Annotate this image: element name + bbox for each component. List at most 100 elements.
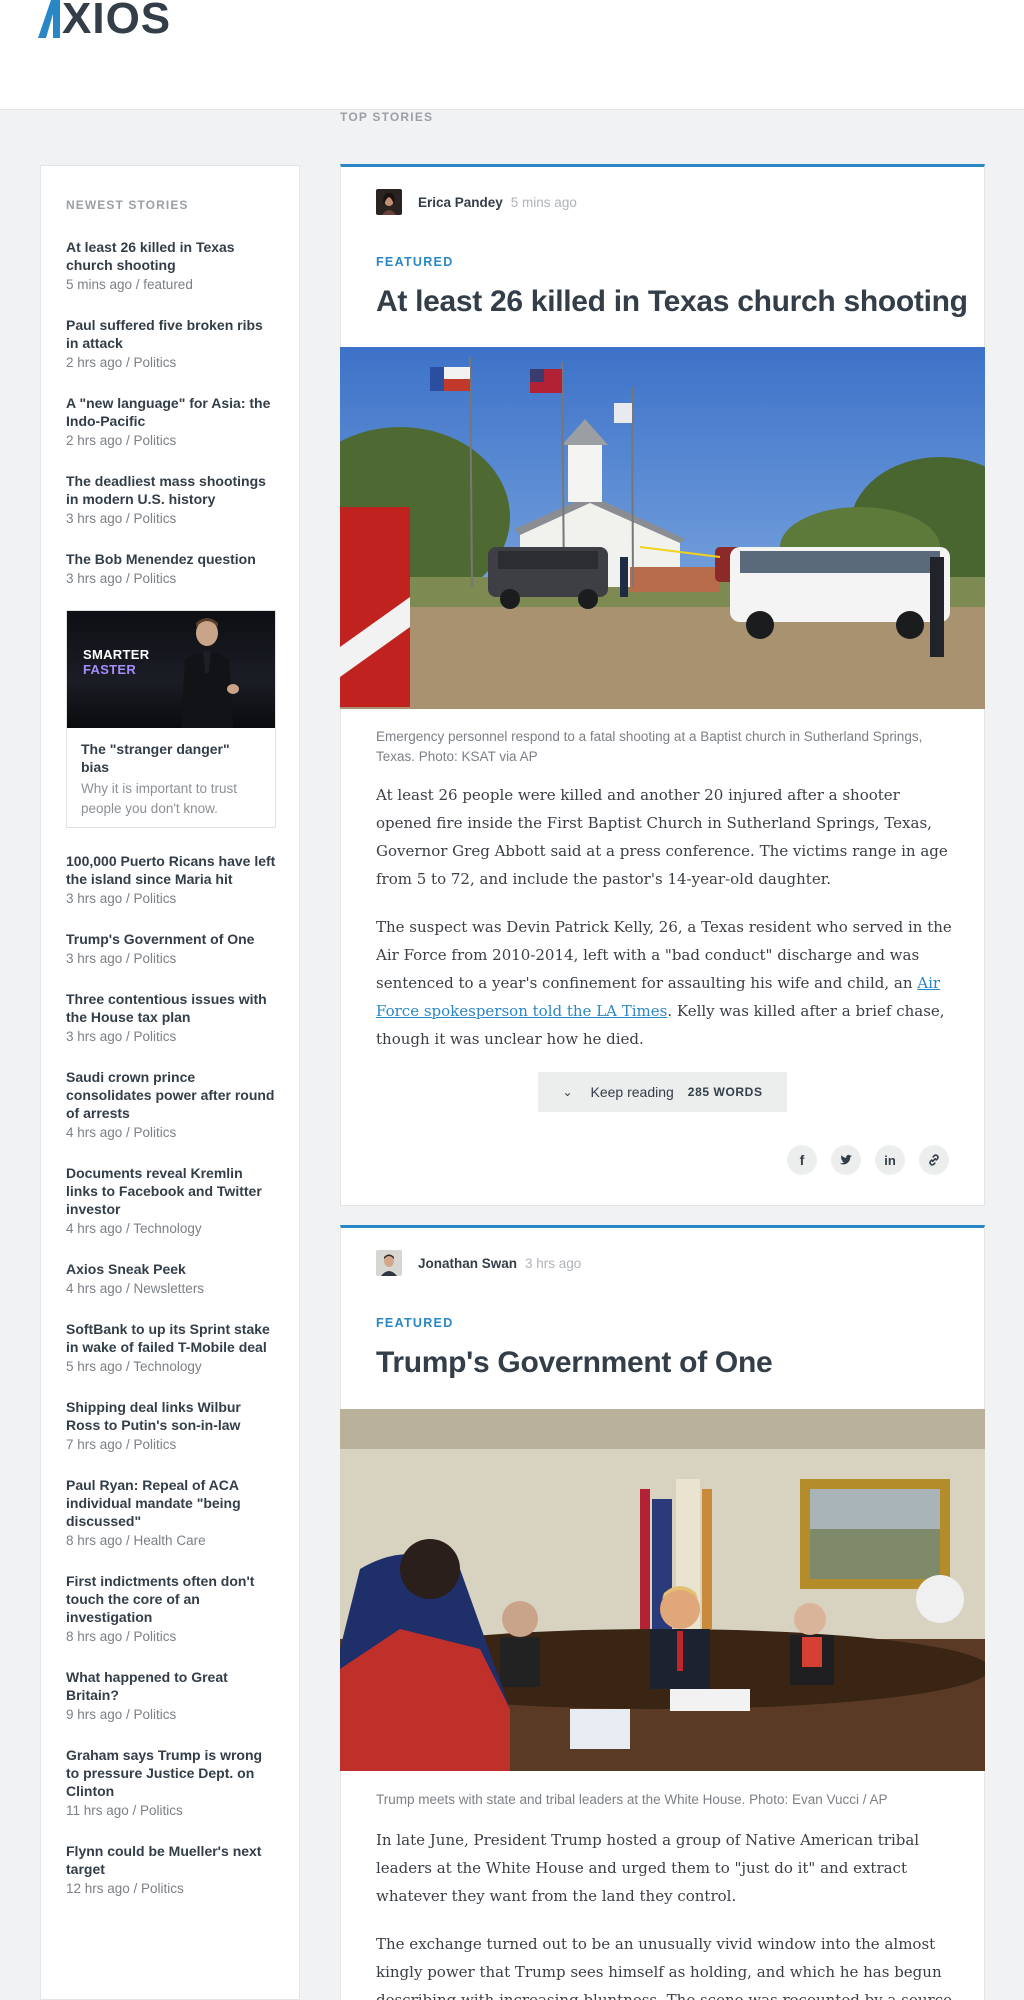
- story-title-link[interactable]: Paul Ryan: Repeal of ACA individual mand…: [66, 1476, 278, 1530]
- story-meta: 4 hrs ago / Newsletters: [66, 1281, 205, 1296]
- story-meta: 3 hrs ago / Politics: [66, 1029, 177, 1044]
- story-meta: 3 hrs ago / Politics: [66, 511, 177, 526]
- story-meta: 3 hrs ago / Politics: [66, 951, 177, 966]
- top-stories-label: TOP STORIES: [340, 110, 434, 124]
- story-meta: 2 hrs ago / Politics: [66, 355, 177, 370]
- story-title-link[interactable]: 100,000 Puerto Ricans have left the isla…: [66, 852, 278, 888]
- story-meta: 7 hrs ago / Politics: [66, 1437, 177, 1452]
- story-title-link[interactable]: What happened to Great Britain?: [66, 1668, 278, 1704]
- story-title-link[interactable]: Trump's Government of One: [66, 930, 278, 948]
- promo-person-image: [181, 618, 239, 728]
- photo-caption: Emergency personnel respond to a fatal s…: [376, 729, 923, 764]
- list-item[interactable]: What happened to Great Britain? 9 hrs ago…: [66, 1668, 278, 1724]
- promo-description: Why it is important to trust people you …: [81, 781, 238, 816]
- keep-reading-label: Keep reading: [590, 1084, 674, 1100]
- axios-logo[interactable]: XIOS: [38, 0, 171, 42]
- newest-stories-sidebar: NEWEST STORIES At least 26 killed in Tex…: [40, 165, 300, 2000]
- story-meta: 5 hrs ago / Technology: [66, 1359, 202, 1374]
- story-meta: 11 hrs ago / Politics: [66, 1803, 183, 1818]
- story-title-link[interactable]: SoftBank to up its Sprint stake in wake …: [66, 1320, 278, 1356]
- promo-image: SMARTER FASTER: [67, 611, 275, 728]
- article-card: Erica Pandey 5 mins ago FEATURED At leas…: [340, 164, 985, 1206]
- paragraph: The exchange turned out to be an unusual…: [376, 1935, 952, 2000]
- story-meta: 12 hrs ago / Politics: [66, 1881, 184, 1896]
- byline: Erica Pandey 5 mins ago: [376, 189, 577, 215]
- share-buttons: f in: [787, 1145, 949, 1175]
- author-avatar[interactable]: [376, 189, 402, 215]
- keep-reading-button[interactable]: ⌄ Keep reading 285 WORDS: [538, 1072, 787, 1112]
- story-title-link[interactable]: Axios Sneak Peek: [66, 1260, 278, 1278]
- headline[interactable]: At least 26 killed in Texas church shoot…: [376, 285, 968, 319]
- story-title-link[interactable]: First indictments often don't touch the …: [66, 1572, 278, 1626]
- promo-heading-faster: FASTER: [83, 662, 137, 677]
- story-title-link[interactable]: The Bob Menendez question: [66, 550, 278, 568]
- story-meta: 3 hrs ago / Politics: [66, 891, 177, 906]
- promo-card[interactable]: SMARTER FASTER The "stranger danger" bia…: [66, 610, 276, 828]
- list-item[interactable]: Paul suffered five broken ribs in attack…: [66, 316, 278, 372]
- author-avatar[interactable]: [376, 1250, 402, 1276]
- list-item[interactable]: Axios Sneak Peek 4 hrs ago / Newsletters: [66, 1260, 278, 1298]
- timestamp: 3 hrs ago: [525, 1255, 582, 1271]
- story-meta: 4 hrs ago / Technology: [66, 1221, 202, 1236]
- headline[interactable]: Trump's Government of One: [376, 1346, 773, 1380]
- photo-caption: Trump meets with state and tribal leader…: [376, 1792, 888, 1807]
- story-meta: 8 hrs ago / Health Care: [66, 1533, 206, 1548]
- story-title-link[interactable]: Paul suffered five broken ribs in attack: [66, 316, 278, 352]
- list-item[interactable]: Graham says Trump is wrong to pressure J…: [66, 1746, 278, 1820]
- word-count: 285 WORDS: [687, 1085, 763, 1099]
- story-title-link[interactable]: Shipping deal links Wilbur Ross to Putin…: [66, 1398, 278, 1434]
- story-title-link[interactable]: Flynn could be Mueller's next target: [66, 1842, 278, 1878]
- story-meta: 4 hrs ago / Politics: [66, 1125, 177, 1140]
- paragraph: The suspect was Devin Patrick Kelly, 26,…: [376, 913, 956, 1053]
- story-meta: 8 hrs ago / Politics: [66, 1629, 177, 1644]
- twitter-icon[interactable]: [831, 1145, 861, 1175]
- story-title-link[interactable]: Graham says Trump is wrong to pressure J…: [66, 1746, 278, 1800]
- logo-text: XIOS: [62, 0, 172, 43]
- story-title-link[interactable]: Three contentious issues with the House …: [66, 990, 278, 1026]
- top-bar: XIOS: [0, 0, 1024, 110]
- list-item[interactable]: Trump's Government of One 3 hrs ago / Pol…: [66, 930, 278, 968]
- list-item[interactable]: The Bob Menendez question 3 hrs ago / Pol…: [66, 550, 278, 588]
- axios-logo-mark-icon: [38, 0, 60, 38]
- story-title-link[interactable]: The deadliest mass shootings in modern U…: [66, 472, 278, 508]
- list-item[interactable]: Shipping deal links Wilbur Ross to Putin…: [66, 1398, 278, 1454]
- kicker-label[interactable]: FEATURED: [376, 255, 454, 269]
- chevron-down-icon: ⌄: [562, 1085, 573, 1099]
- story-title-link[interactable]: A "new language" for Asia: the Indo-Paci…: [66, 394, 278, 430]
- story-meta: 2 hrs ago / Politics: [66, 433, 177, 448]
- story-title-link[interactable]: Saudi crown prince consolidates power af…: [66, 1068, 278, 1122]
- hero-image-white-house: [340, 1409, 985, 1771]
- list-item[interactable]: Paul Ryan: Repeal of ACA individual mand…: [66, 1476, 278, 1550]
- author-name[interactable]: Jonathan Swan: [418, 1256, 517, 1271]
- byline: Jonathan Swan 3 hrs ago: [376, 1250, 581, 1276]
- list-item[interactable]: At least 26 killed in Texas church shoot…: [66, 238, 278, 294]
- facebook-icon[interactable]: f: [787, 1145, 817, 1175]
- story-title-link[interactable]: Documents reveal Kremlin links to Facebo…: [66, 1164, 278, 1218]
- list-item[interactable]: SoftBank to up its Sprint stake in wake …: [66, 1320, 278, 1376]
- list-item[interactable]: Saudi crown prince consolidates power af…: [66, 1068, 278, 1142]
- story-meta: 5 mins ago / featured: [66, 277, 193, 292]
- timestamp: 5 mins ago: [510, 194, 577, 210]
- promo-title[interactable]: The "stranger danger" bias: [81, 740, 261, 776]
- link-icon[interactable]: [919, 1145, 949, 1175]
- promo-heading-smarter: SMARTER: [83, 647, 150, 662]
- story-list: At least 26 killed in Texas church shoot…: [66, 238, 278, 1920]
- list-item[interactable]: A "new language" for Asia: the Indo-Paci…: [66, 394, 278, 450]
- list-item[interactable]: Flynn could be Mueller's next target 12 h…: [66, 1842, 278, 1898]
- story-title-link[interactable]: At least 26 killed in Texas church shoot…: [66, 238, 278, 274]
- story-meta: 3 hrs ago / Politics: [66, 571, 177, 586]
- list-item[interactable]: 100,000 Puerto Ricans have left the isla…: [66, 852, 278, 908]
- list-item[interactable]: Documents reveal Kremlin links to Facebo…: [66, 1164, 278, 1238]
- list-item[interactable]: The deadliest mass shootings in modern U…: [66, 472, 278, 528]
- paragraph-text: The suspect was Devin Patrick Kelly, 26,…: [376, 918, 952, 992]
- list-item[interactable]: Three contentious issues with the House …: [66, 990, 278, 1046]
- kicker-label[interactable]: FEATURED: [376, 1316, 454, 1330]
- linkedin-icon[interactable]: in: [875, 1145, 905, 1175]
- story-meta: 9 hrs ago / Politics: [66, 1707, 177, 1722]
- hero-image-church: [340, 347, 985, 709]
- list-item[interactable]: First indictments often don't touch the …: [66, 1572, 278, 1646]
- paragraph: In late June, President Trump hosted a g…: [376, 1831, 920, 1905]
- author-name[interactable]: Erica Pandey: [418, 195, 503, 210]
- paragraph: At least 26 people were killed and anoth…: [376, 786, 948, 888]
- sidebar-title: NEWEST STORIES: [66, 198, 189, 212]
